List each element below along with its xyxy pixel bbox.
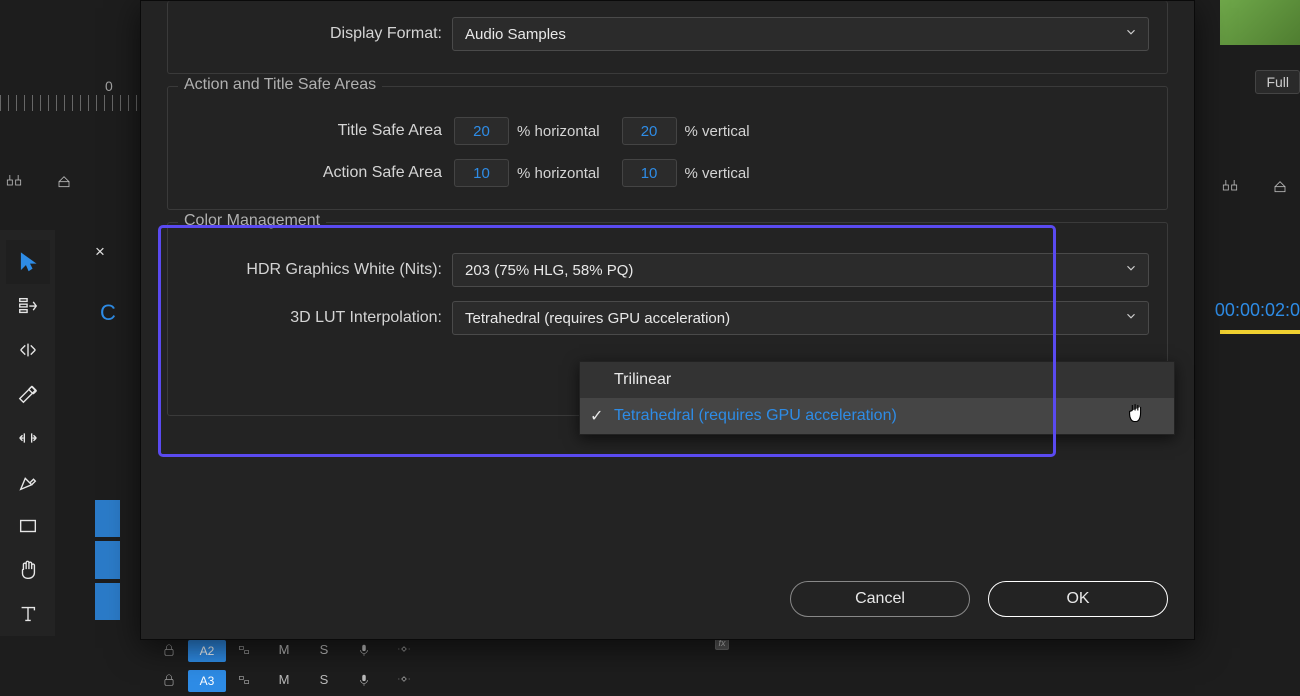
panel-close-button[interactable]: × bbox=[95, 242, 105, 262]
menu-item-label: Tetrahedral (requires GPU acceleration) bbox=[614, 407, 897, 425]
menu-item-label: Trilinear bbox=[614, 371, 671, 389]
hdr-white-label: HDR Graphics White (Nits): bbox=[186, 261, 452, 279]
timeline-indicator bbox=[1220, 330, 1300, 334]
track-label[interactable]: A3 bbox=[188, 670, 226, 692]
pct-vertical-text: % vertical bbox=[685, 165, 750, 182]
track-row[interactable]: A3 M S bbox=[140, 666, 1300, 696]
pen-tool[interactable] bbox=[6, 460, 50, 504]
type-tool[interactable] bbox=[6, 592, 50, 636]
timeline-tracks: fx A2 M S A3 M S bbox=[140, 636, 1300, 696]
cancel-button[interactable]: Cancel bbox=[790, 581, 970, 617]
pct-horizontal-text: % horizontal bbox=[517, 123, 600, 140]
dropdown-value: Tetrahedral (requires GPU acceleration) bbox=[465, 310, 730, 327]
bg-icon-row-right bbox=[1220, 175, 1290, 195]
source-clip[interactable] bbox=[95, 500, 120, 537]
display-format-dropdown[interactable]: Audio Samples bbox=[452, 17, 1149, 51]
lock-icon[interactable] bbox=[158, 673, 180, 690]
razor-tool[interactable] bbox=[6, 372, 50, 416]
marker-icon[interactable] bbox=[54, 170, 74, 190]
mute-button[interactable]: M bbox=[274, 642, 294, 661]
app-background: Full 0 00:00:02:0 × C fx bbox=[0, 0, 1300, 696]
menu-item-trilinear[interactable]: Trilinear bbox=[580, 362, 1174, 398]
ripple-edit-tool[interactable] bbox=[6, 328, 50, 372]
lut-interp-dropdown[interactable]: Tetrahedral (requires GPU acceleration) bbox=[452, 301, 1149, 335]
chevron-down-icon bbox=[1124, 25, 1138, 43]
chevron-down-icon bbox=[1124, 261, 1138, 279]
pct-horizontal-text: % horizontal bbox=[517, 165, 600, 182]
title-safe-label: Title Safe Area bbox=[186, 122, 452, 140]
safe-areas-fieldset: Action and Title Safe Areas Title Safe A… bbox=[167, 86, 1168, 210]
rectangle-tool[interactable] bbox=[6, 504, 50, 548]
hand-tool[interactable] bbox=[6, 548, 50, 592]
tools-panel bbox=[0, 230, 55, 636]
dropdown-value: 203 (75% HLG, 58% PQ) bbox=[465, 262, 633, 279]
lut-interp-label: 3D LUT Interpolation: bbox=[186, 309, 452, 327]
keyframe-nav-icon[interactable] bbox=[394, 642, 414, 661]
track-label[interactable]: A2 bbox=[188, 640, 226, 662]
display-format-label: Display Format: bbox=[186, 25, 452, 43]
title-safe-h-input[interactable] bbox=[454, 117, 509, 145]
ok-button[interactable]: OK bbox=[988, 581, 1168, 617]
resolution-dropdown[interactable]: Full bbox=[1255, 70, 1300, 94]
source-patch-clips[interactable] bbox=[95, 500, 120, 620]
title-safe-v-input[interactable] bbox=[622, 117, 677, 145]
solo-button[interactable]: S bbox=[314, 642, 334, 661]
program-timecode[interactable]: 00:00:02:0 bbox=[1215, 300, 1300, 321]
chevron-down-icon bbox=[1124, 309, 1138, 327]
sequence-settings-dialog: Display Format: Audio Samples Action and… bbox=[140, 0, 1195, 640]
snap-icon[interactable] bbox=[4, 170, 24, 190]
hdr-white-dropdown[interactable]: 203 (75% HLG, 58% PQ) bbox=[452, 253, 1149, 287]
pct-vertical-text: % vertical bbox=[685, 123, 750, 140]
sync-lock-icon[interactable] bbox=[234, 643, 254, 660]
bg-icon-row-left bbox=[4, 170, 74, 190]
action-safe-label: Action Safe Area bbox=[186, 164, 452, 182]
source-clip[interactable] bbox=[95, 541, 120, 578]
voiceover-icon[interactable] bbox=[354, 672, 374, 691]
marker-icon-right[interactable] bbox=[1270, 175, 1290, 195]
fieldset-legend: Action and Title Safe Areas bbox=[178, 76, 382, 94]
selection-tool[interactable] bbox=[6, 240, 50, 284]
solo-button[interactable]: S bbox=[314, 672, 334, 691]
dropdown-value: Audio Samples bbox=[465, 26, 566, 43]
action-safe-v-input[interactable] bbox=[622, 159, 677, 187]
snap-icon-right[interactable] bbox=[1220, 175, 1240, 195]
voiceover-icon[interactable] bbox=[354, 642, 374, 661]
panel-tab-initial[interactable]: C bbox=[100, 300, 116, 326]
menu-item-tetrahedral[interactable]: ✓ Tetrahedral (requires GPU acceleration… bbox=[580, 398, 1174, 434]
slip-tool[interactable] bbox=[6, 416, 50, 460]
track-select-tool[interactable] bbox=[6, 284, 50, 328]
program-monitor-thumb bbox=[1220, 0, 1300, 45]
ruler-zero: 0 bbox=[105, 78, 113, 94]
mute-button[interactable]: M bbox=[274, 672, 294, 691]
keyframe-nav-icon[interactable] bbox=[394, 672, 414, 691]
fieldset-legend: Color Management bbox=[178, 212, 326, 230]
source-clip[interactable] bbox=[95, 583, 120, 620]
sync-lock-icon[interactable] bbox=[234, 673, 254, 690]
audio-fieldset: Display Format: Audio Samples bbox=[167, 1, 1168, 74]
action-safe-h-input[interactable] bbox=[454, 159, 509, 187]
time-ruler[interactable] bbox=[0, 95, 140, 111]
lut-interp-menu[interactable]: Trilinear ✓ Tetrahedral (requires GPU ac… bbox=[579, 361, 1175, 435]
check-icon: ✓ bbox=[590, 406, 603, 426]
lock-icon[interactable] bbox=[158, 643, 180, 660]
